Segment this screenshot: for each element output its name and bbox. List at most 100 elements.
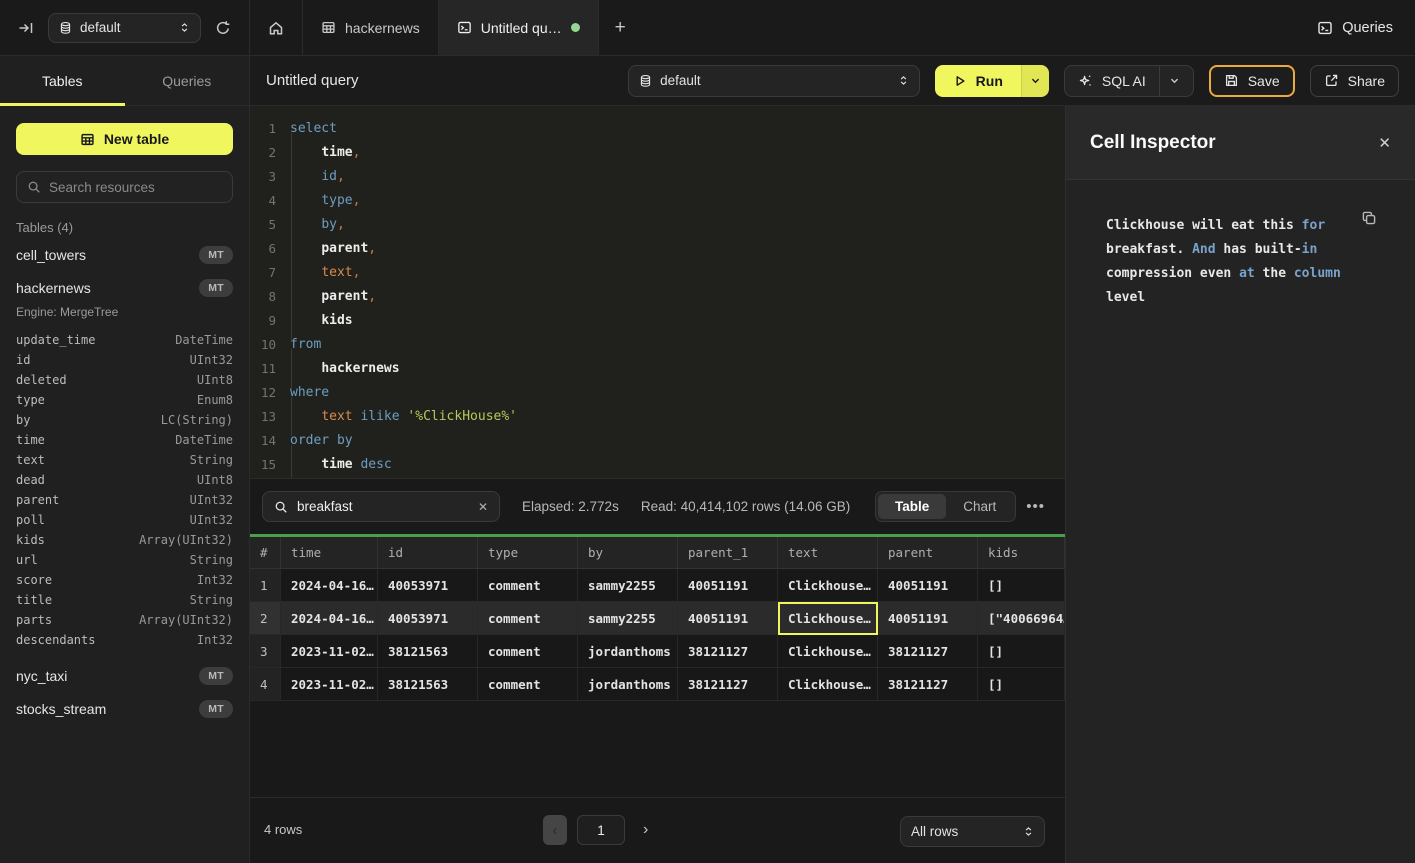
new-tab-button[interactable]: +: [599, 0, 642, 55]
table-cell[interactable]: 40051191: [678, 602, 778, 635]
sidebar-search-input[interactable]: [49, 180, 222, 195]
sidebar-tab-queries[interactable]: Queries: [125, 56, 250, 105]
table-cell[interactable]: 38121127: [878, 635, 978, 668]
column-header[interactable]: by: [578, 537, 678, 569]
table-cell[interactable]: Clickhouse…: [778, 668, 878, 701]
share-button[interactable]: Share: [1310, 65, 1399, 97]
column-row[interactable]: descendantsInt32: [16, 630, 233, 650]
table-cell[interactable]: 38121127: [678, 635, 778, 668]
sidebar-table-cell-towers[interactable]: cell_towers MT: [16, 243, 233, 267]
sidebar-table-stocks-stream[interactable]: stocks_stream MT: [16, 697, 233, 721]
collapse-sidebar-icon[interactable]: [14, 16, 38, 40]
column-row[interactable]: idUInt32: [16, 350, 233, 370]
queries-button[interactable]: Queries: [1295, 0, 1415, 55]
column-row[interactable]: parentUInt32: [16, 490, 233, 510]
table-cell[interactable]: comment: [478, 635, 578, 668]
table-cell[interactable]: comment: [478, 602, 578, 635]
sql-editor[interactable]: 1select 2 time, 3 id, 4 type, 5 by, 6 pa…: [250, 106, 1065, 478]
table-cell[interactable]: 2023-11-02…: [281, 635, 378, 668]
column-row[interactable]: kidsArray(UInt32): [16, 530, 233, 550]
tab-hackernews[interactable]: hackernews: [303, 0, 439, 55]
column-header[interactable]: id: [378, 537, 478, 569]
table-cell[interactable]: 40053971: [378, 569, 478, 602]
view-toggle-chart[interactable]: Chart: [946, 494, 1013, 519]
column-row[interactable]: update_timeDateTime: [16, 330, 233, 350]
rows-count: 4 rows: [264, 822, 302, 837]
copy-icon[interactable]: [1361, 210, 1377, 226]
column-row[interactable]: pollUInt32: [16, 510, 233, 530]
table-cell[interactable]: jordanthoms: [578, 635, 678, 668]
table-cell[interactable]: []: [978, 635, 1065, 668]
table-cell[interactable]: []: [978, 569, 1065, 602]
table-cell[interactable]: 2023-11-02…: [281, 668, 378, 701]
table-cell[interactable]: []: [978, 668, 1065, 701]
sql-ai-options[interactable]: [1159, 66, 1180, 96]
column-header[interactable]: parent: [878, 537, 978, 569]
row-number[interactable]: 2: [250, 602, 281, 635]
column-row[interactable]: typeEnum8: [16, 390, 233, 410]
table-cell[interactable]: Clickhouse…: [778, 635, 878, 668]
sidebar-table-hackernews[interactable]: hackernews MT: [16, 276, 233, 300]
page-number-input[interactable]: [577, 815, 625, 845]
row-number[interactable]: 3: [250, 635, 281, 668]
tab-home[interactable]: [250, 0, 303, 55]
results-search-input[interactable]: [297, 499, 469, 514]
table-cell[interactable]: 38121127: [878, 668, 978, 701]
table-cell[interactable]: 38121563: [378, 635, 478, 668]
row-number[interactable]: 4: [250, 668, 281, 701]
view-toggle-table[interactable]: Table: [878, 494, 946, 519]
run-button[interactable]: Run: [935, 65, 1021, 97]
column-header[interactable]: kids: [978, 537, 1065, 569]
close-icon[interactable]: ✕: [1378, 134, 1391, 152]
table-cell[interactable]: Clickhouse…: [778, 569, 878, 602]
column-row[interactable]: urlString: [16, 550, 233, 570]
table-cell[interactable]: 40051191: [678, 569, 778, 602]
page-size-select[interactable]: All rows: [900, 816, 1045, 847]
table-cell[interactable]: 38121563: [378, 668, 478, 701]
query-database-select[interactable]: default: [628, 65, 920, 97]
column-row[interactable]: deadUInt8: [16, 470, 233, 490]
table-cell[interactable]: 40051191: [878, 569, 978, 602]
table-cell[interactable]: ["40066964…: [978, 602, 1065, 635]
column-row[interactable]: scoreInt32: [16, 570, 233, 590]
table-cell[interactable]: 40051191: [878, 602, 978, 635]
sql-ai-button[interactable]: SQL AI: [1064, 65, 1194, 97]
table-cell[interactable]: 38121127: [678, 668, 778, 701]
save-button[interactable]: Save: [1209, 65, 1295, 97]
column-header[interactable]: #: [250, 537, 281, 569]
tab-untitled-query[interactable]: Untitled qu…: [439, 0, 599, 55]
table-cell[interactable]: sammy2255: [578, 569, 678, 602]
column-row[interactable]: textString: [16, 450, 233, 470]
table-cell[interactable]: 2024-04-16…: [281, 569, 378, 602]
results-search[interactable]: ✕: [262, 491, 500, 522]
table-cell[interactable]: jordanthoms: [578, 668, 678, 701]
column-row[interactable]: partsArray(UInt32): [16, 610, 233, 630]
table-cell-selected[interactable]: Clickhouse…: [778, 602, 878, 635]
table-cell[interactable]: 2024-04-16…: [281, 602, 378, 635]
run-options-button[interactable]: [1021, 65, 1049, 97]
column-header[interactable]: type: [478, 537, 578, 569]
new-table-button[interactable]: New table: [16, 123, 233, 155]
clear-icon[interactable]: ✕: [478, 500, 488, 514]
sidebar-tab-tables[interactable]: Tables: [0, 56, 125, 105]
sidebar-search[interactable]: [16, 171, 233, 203]
editor-line: 9 kids: [250, 308, 1065, 332]
table-cell[interactable]: comment: [478, 668, 578, 701]
column-header[interactable]: parent_1: [678, 537, 778, 569]
topbar-database-select[interactable]: default: [48, 13, 201, 43]
next-page-button[interactable]: ›: [635, 821, 656, 839]
column-row[interactable]: timeDateTime: [16, 430, 233, 450]
ellipsis-icon[interactable]: •••: [1026, 498, 1045, 515]
column-row[interactable]: byLC(String): [16, 410, 233, 430]
column-header[interactable]: text: [778, 537, 878, 569]
prev-page-button[interactable]: ‹: [543, 815, 567, 845]
table-cell[interactable]: sammy2255: [578, 602, 678, 635]
column-row[interactable]: deletedUInt8: [16, 370, 233, 390]
column-header[interactable]: time: [281, 537, 378, 569]
table-cell[interactable]: comment: [478, 569, 578, 602]
row-number[interactable]: 1: [250, 569, 281, 602]
column-row[interactable]: titleString: [16, 590, 233, 610]
sidebar-table-nyc-taxi[interactable]: nyc_taxi MT: [16, 664, 233, 688]
refresh-icon[interactable]: [211, 16, 235, 40]
table-cell[interactable]: 40053971: [378, 602, 478, 635]
